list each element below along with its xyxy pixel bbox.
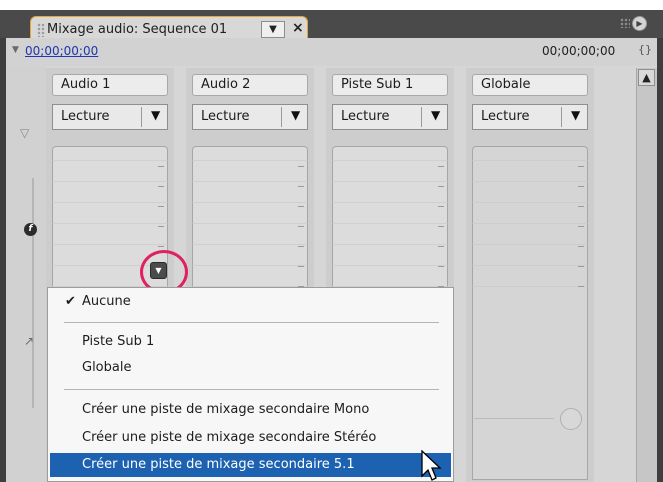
sends-divider (474, 418, 554, 419)
duration-timecode: 00;00;00;00 (542, 44, 616, 58)
scroll-up-arrow-icon[interactable]: ▲ (638, 69, 655, 86)
select-divider (281, 107, 282, 127)
left-strip-line (32, 178, 34, 408)
effects-slots (472, 146, 588, 300)
slot-menu-icon[interactable] (298, 206, 304, 207)
slot-menu-icon[interactable] (298, 266, 304, 267)
track-name-field[interactable]: Piste Sub 1 (332, 74, 448, 96)
select-divider (561, 107, 562, 127)
menu-item-label: Créer une piste de mixage secondaire 5.1 (82, 457, 355, 472)
slot-menu-icon[interactable] (158, 246, 164, 247)
slot-menu-icon[interactable] (298, 246, 304, 247)
left-strip: ▽ f ↗ (6, 66, 46, 482)
collapse-triangle-icon[interactable]: ▽ (20, 126, 29, 140)
slot-menu-icon[interactable] (438, 166, 444, 167)
slot-menu-icon[interactable] (298, 186, 304, 187)
pan-knob[interactable] (560, 408, 582, 430)
timecode-bracket-icon: {} (638, 43, 652, 56)
slot-menu-icon[interactable] (298, 166, 304, 167)
menu-item-create-mono-submix[interactable]: Créer une piste de mixage secondaire Mon… (50, 398, 451, 422)
effects-slots (332, 146, 448, 300)
effects-slots (192, 146, 308, 300)
slot-menu-icon[interactable] (578, 166, 584, 167)
playhead-marker-icon: ▼ (12, 45, 19, 55)
menu-item-create-stereo-submix[interactable]: Créer une piste de mixage secondaire Sté… (50, 426, 451, 450)
slot-menu-icon[interactable] (158, 186, 164, 187)
select-divider (421, 107, 422, 127)
slot-menu-icon[interactable] (578, 246, 584, 247)
timecode-bar: ▼ 00;00;00;00 00;00;00;00 {} (6, 38, 657, 66)
slot-menu-icon[interactable] (158, 226, 164, 227)
tab-grip-icon[interactable] (37, 23, 45, 37)
menu-item-label: Globale (82, 360, 132, 375)
menu-divider (64, 322, 439, 323)
vertical-scrollbar[interactable] (636, 68, 657, 482)
chevron-down-icon[interactable]: ▼ (571, 108, 580, 122)
menu-divider (64, 389, 439, 390)
chevron-down-icon[interactable]: ▼ (291, 108, 300, 122)
menu-item-label: Créer une piste de mixage secondaire Sté… (82, 430, 377, 445)
menu-item-aucune[interactable]: ✔ Aucune (50, 290, 451, 314)
tab-close-icon[interactable]: × (292, 20, 304, 36)
track-name-field[interactable]: Globale (472, 74, 588, 96)
track-name-field[interactable]: Audio 2 (192, 74, 308, 96)
slot-menu-icon[interactable] (578, 226, 584, 227)
automation-mode-select[interactable]: Lecture ▼ (52, 104, 168, 130)
mouse-pointer-icon (421, 450, 442, 481)
slot-menu-icon[interactable] (438, 266, 444, 267)
slot-menu-icon[interactable] (298, 226, 304, 227)
automation-mode-label: Lecture (481, 109, 530, 124)
slot-menu-icon[interactable] (158, 206, 164, 207)
track-globale: Globale Lecture ▼ (466, 68, 594, 482)
menu-item-label: Piste Sub 1 (82, 334, 155, 349)
fx-icon: f (24, 223, 37, 236)
automation-mode-select[interactable]: Lecture ▼ (332, 104, 448, 130)
current-timecode[interactable]: 00;00;00;00 (25, 44, 98, 58)
chevron-down-icon[interactable]: ▼ (431, 108, 440, 122)
slot-menu-icon[interactable] (578, 266, 584, 267)
slot-menu-icon[interactable] (578, 186, 584, 187)
menu-item-label: Créer une piste de mixage secondaire Mon… (82, 402, 370, 417)
send-assignment-menu: ✔ Aucune Piste Sub 1 Globale Créer une p… (47, 287, 454, 482)
checkmark-icon: ✔ (65, 294, 76, 309)
automation-mode-select[interactable]: Lecture ▼ (472, 104, 588, 130)
automation-mode-select[interactable]: Lecture ▼ (192, 104, 308, 130)
menu-item-globale[interactable]: Globale (50, 356, 451, 380)
panel-menu-icon[interactable]: ▶ (632, 16, 647, 31)
slot-menu-icon[interactable] (578, 206, 584, 207)
select-divider (141, 107, 142, 127)
chevron-down-icon[interactable]: ▼ (151, 108, 160, 122)
tab-menu-button[interactable]: ▼ (261, 21, 285, 38)
automation-mode-label: Lecture (61, 109, 110, 124)
slot-menu-icon[interactable] (438, 206, 444, 207)
menu-item-create-5-1-submix[interactable]: Créer une piste de mixage secondaire 5.1 (50, 453, 451, 477)
slot-menu-icon[interactable] (578, 286, 584, 287)
menu-item-piste-sub-1[interactable]: Piste Sub 1 (50, 330, 451, 354)
tab-title: Mixage audio: Sequence 01 (47, 22, 228, 37)
slot-menu-icon[interactable] (438, 226, 444, 227)
send-icon: ↗ (24, 334, 35, 348)
slot-menu-icon[interactable] (438, 246, 444, 247)
automation-mode-label: Lecture (201, 109, 250, 124)
panel-grip-icon[interactable] (620, 18, 630, 28)
track-name-field[interactable]: Audio 1 (52, 74, 168, 96)
automation-mode-label: Lecture (341, 109, 390, 124)
slot-menu-icon[interactable] (438, 186, 444, 187)
menu-item-label: Aucune (82, 294, 131, 309)
top-strip (0, 0, 663, 10)
slot-menu-icon[interactable] (158, 166, 164, 167)
